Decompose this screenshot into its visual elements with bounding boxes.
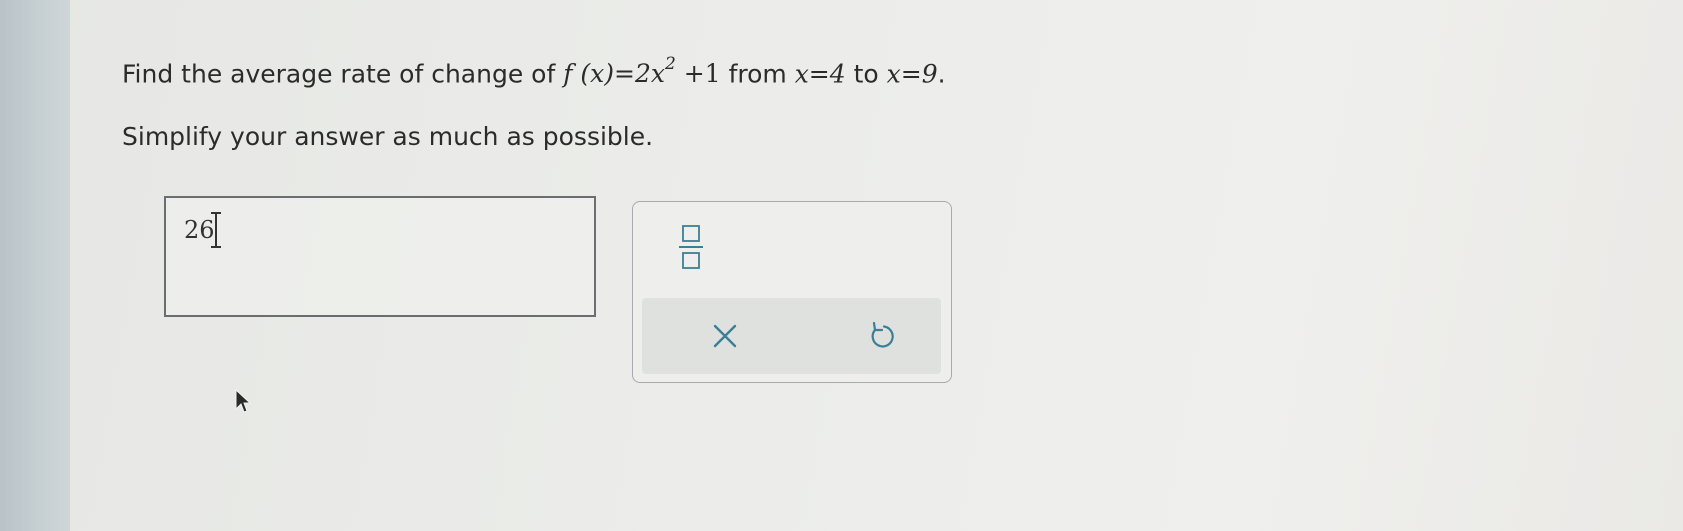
undo-icon[interactable] — [864, 318, 900, 354]
fraction-template-icon[interactable] — [673, 222, 709, 274]
palette-action-bar — [642, 298, 941, 374]
close-icon[interactable] — [707, 318, 743, 354]
function-base: 2x — [634, 59, 665, 89]
function-exponent: 2 — [664, 54, 676, 74]
x-end: x=9 — [886, 59, 938, 89]
mouse-pointer-icon — [235, 389, 252, 413]
instruction-text: Simplify your answer as much as possible… — [122, 122, 654, 151]
x-start: x=4 — [794, 59, 846, 89]
question-prefix: Find the average rate of change of — [122, 59, 564, 89]
to-word: to — [845, 59, 887, 89]
question-text: Find the average rate of change of f (x)… — [122, 54, 946, 89]
function-lhs: f (x) — [563, 59, 615, 89]
math-palette — [632, 201, 952, 383]
from-word: from — [720, 59, 795, 89]
text-cursor-icon — [211, 212, 221, 248]
function-tail: +1 — [675, 59, 721, 89]
answer-input[interactable]: 26 — [164, 196, 596, 317]
left-margin-strip — [0, 0, 70, 531]
function-expression: f (x)=2x2 +1 — [563, 54, 721, 89]
equals-sign: = — [614, 59, 635, 89]
question-period: . — [937, 59, 946, 89]
